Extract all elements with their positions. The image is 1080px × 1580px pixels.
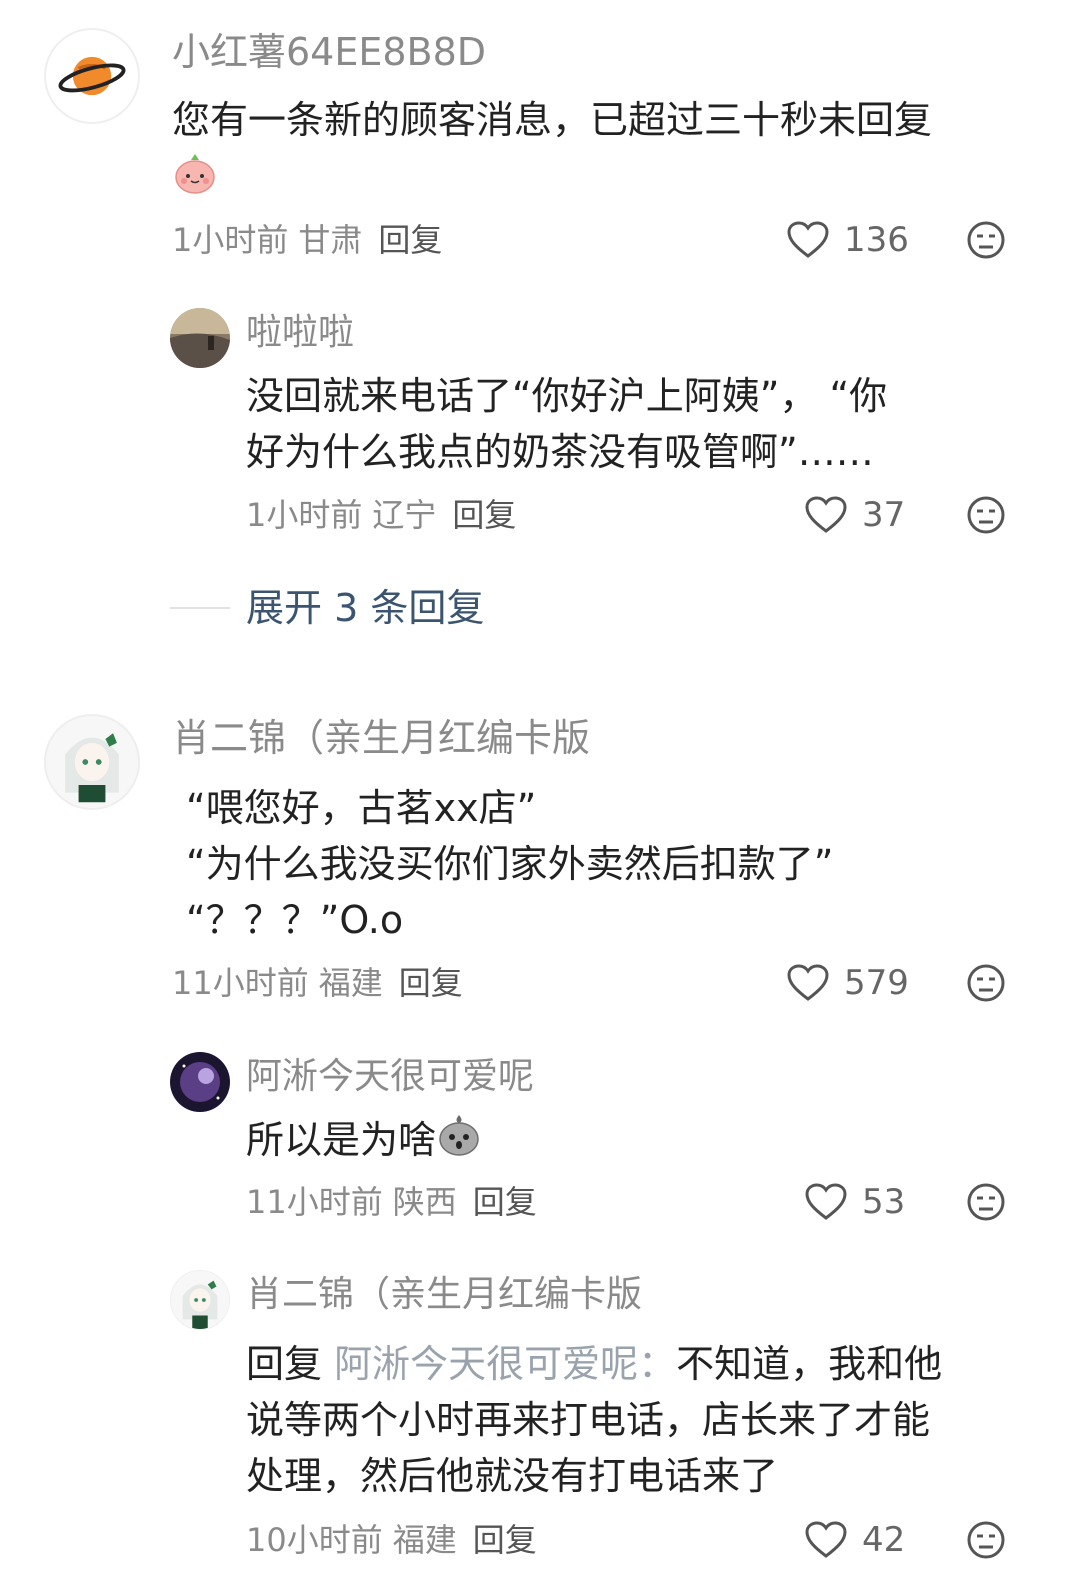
meh-face-icon: [967, 964, 1005, 1002]
reply-button[interactable]: 回复: [452, 496, 516, 534]
reply-button[interactable]: 回复: [473, 1521, 537, 1559]
comment-time: 1小时前: [172, 221, 289, 259]
like-count: 42: [862, 1520, 906, 1560]
comment-time: 11小时前: [172, 964, 309, 1002]
comment-text: 您有一条新的顾客消息，已超过三十秒未回复: [172, 98, 933, 142]
anime-girl-avatar-icon: [46, 716, 138, 808]
comment-meta: 11小时前 陕西 回复: [246, 1182, 537, 1222]
like-count: 37: [862, 495, 906, 535]
comment-text: 没回就来电话了“你好沪上阿姨”， “你: [246, 374, 888, 418]
heart-icon: [787, 964, 829, 1001]
like-count: 136: [844, 220, 909, 260]
meh-face-icon: [967, 1521, 1005, 1559]
comment-author[interactable]: 肖二锦（亲生月红编卡版: [172, 716, 590, 760]
dislike-button[interactable]: [966, 495, 1006, 535]
reply-prefix: 回复: [246, 1342, 323, 1386]
like-button[interactable]: 579: [786, 963, 909, 1003]
meh-face-icon: [967, 1183, 1005, 1221]
comment-text: 处理，然后他就没有打电话来了: [246, 1454, 779, 1498]
like-button[interactable]: 53: [804, 1182, 905, 1222]
avatar[interactable]: [44, 28, 140, 124]
comment-meta: 1小时前 甘肃 回复: [172, 220, 442, 260]
comment-text: “喂您好，古茗xx店”: [186, 786, 537, 830]
comment-meta: 1小时前 辽宁 回复: [246, 495, 516, 535]
like-count: 579: [844, 963, 909, 1003]
landscape-avatar-icon: [170, 308, 230, 368]
comment-text: 所以是为啥: [246, 1112, 482, 1173]
meh-face-icon: [967, 496, 1005, 534]
comment-time: 1小时前: [246, 496, 363, 534]
reply-button[interactable]: 回复: [473, 1183, 537, 1221]
comment-text: “为什么我没买你们家外卖然后扣款了”: [186, 842, 834, 886]
comment-text-content: 所以是为啥: [246, 1118, 437, 1162]
avatar[interactable]: [170, 1052, 230, 1112]
anime-girl-avatar-icon: [171, 1271, 229, 1329]
divider: [170, 607, 230, 609]
meh-face-icon: [967, 221, 1005, 259]
comment-meta: 11小时前 福建 回复: [172, 963, 463, 1003]
comment-text: 好为什么我点的奶茶没有吸管啊”……: [246, 430, 874, 474]
comment-location: 甘肃: [298, 221, 363, 259]
planet-icon: [58, 56, 126, 96]
like-count: 53: [862, 1182, 906, 1222]
comment-author[interactable]: 肖二锦（亲生月红编卡版: [246, 1274, 642, 1316]
purple-anime-avatar-icon: [170, 1052, 230, 1112]
grey-blob-emoji: [436, 1112, 482, 1173]
comment-text-content: 不知道，我和他: [676, 1342, 943, 1386]
comment-text: 说等两个小时再来打电话，店长来了才能: [246, 1398, 931, 1442]
cute-blob-emoji: [172, 150, 218, 196]
comment-location: 辽宁: [372, 496, 437, 534]
heart-icon: [805, 1521, 847, 1558]
dislike-button[interactable]: [966, 1520, 1006, 1560]
comment-location: 陕西: [392, 1183, 457, 1221]
heart-icon: [805, 496, 847, 533]
like-button[interactable]: 136: [786, 220, 909, 260]
comment-time: 11小时前: [246, 1183, 383, 1221]
dislike-button[interactable]: [966, 220, 1006, 260]
expand-replies-button[interactable]: 展开 3 条回复: [170, 586, 484, 630]
like-button[interactable]: 37: [804, 495, 905, 535]
reply-button[interactable]: 回复: [399, 964, 463, 1002]
expand-replies-label: 展开 3 条回复: [246, 586, 485, 630]
comment-author[interactable]: 阿淅今天很可爱呢: [246, 1056, 534, 1098]
comment-author[interactable]: 小红薯64EE8B8D: [172, 30, 486, 74]
like-button[interactable]: 42: [804, 1520, 905, 1560]
avatar[interactable]: [170, 308, 230, 368]
heart-icon: [805, 1183, 847, 1220]
comment-text: 回复 阿淅今天很可爱呢：不知道，我和他: [246, 1336, 942, 1392]
avatar[interactable]: [44, 714, 140, 810]
mention-link[interactable]: 阿淅今天很可爱呢：: [334, 1342, 676, 1386]
comment-text: “？？？”O.o: [186, 898, 404, 942]
dislike-button[interactable]: [966, 1182, 1006, 1222]
avatar[interactable]: [170, 1270, 230, 1330]
dislike-button[interactable]: [966, 963, 1006, 1003]
comment-location: 福建: [392, 1521, 457, 1559]
comment-location: 福建: [318, 964, 383, 1002]
comment-time: 10小时前: [246, 1521, 383, 1559]
heart-icon: [787, 221, 829, 258]
comment-meta: 10小时前 福建 回复: [246, 1520, 537, 1560]
reply-button[interactable]: 回复: [378, 221, 442, 259]
comment-author[interactable]: 啦啦啦: [246, 312, 354, 354]
